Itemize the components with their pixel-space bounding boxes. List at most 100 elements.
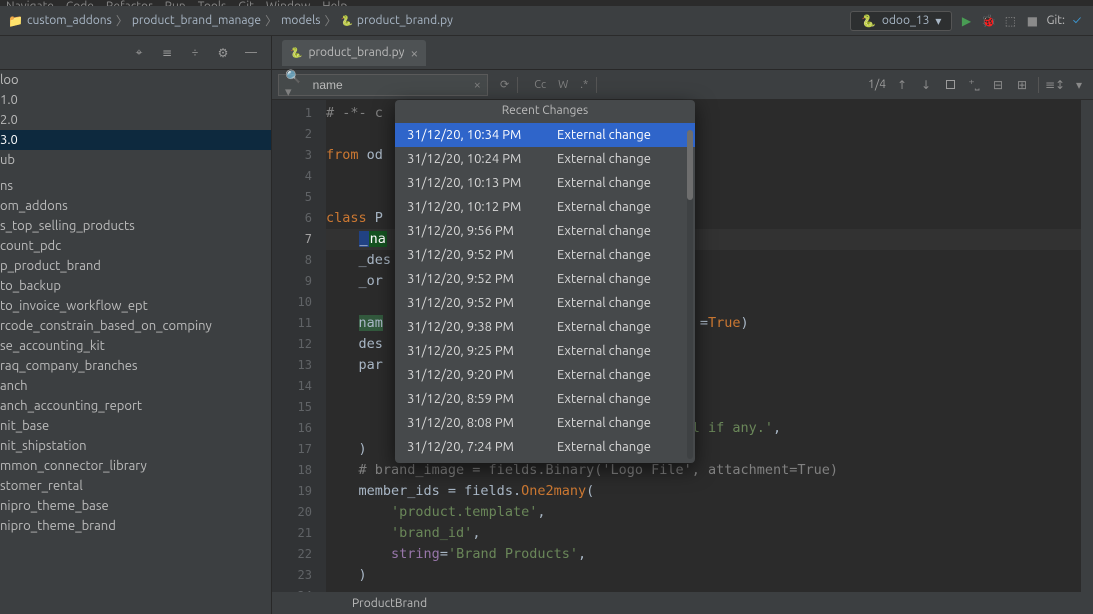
more-icon[interactable]: ⊞ [1014, 77, 1030, 93]
recent-change-row[interactable]: 31/12/20, 7:22 PMExternal change [395, 459, 695, 463]
breadcrumb-part[interactable]: product_brand.py [357, 14, 453, 27]
add-selection-icon[interactable]: ⁺⎵ [966, 77, 982, 93]
sidebar-item[interactable]: s_top_selling_products [0, 216, 271, 236]
line-number[interactable]: 7 [272, 229, 312, 250]
menu-item[interactable]: Git [238, 0, 254, 6]
menu-item[interactable]: Code [66, 0, 94, 6]
line-number[interactable]: 2 [272, 124, 312, 145]
menu-item[interactable]: Navigate [6, 0, 54, 6]
line-number[interactable]: 16 [272, 418, 312, 439]
sidebar-item[interactable]: count_pdc [0, 236, 271, 256]
breadcrumb-class[interactable]: ProductBrand [352, 597, 427, 610]
sidebar-item[interactable]: nit_shipstation [0, 436, 271, 456]
line-number[interactable]: 5 [272, 187, 312, 208]
line-number[interactable]: 10 [272, 292, 312, 313]
sidebar-item[interactable]: nit_base [0, 416, 271, 436]
find-history-icon[interactable]: ⟳ [496, 78, 513, 91]
line-number[interactable]: 1 [272, 103, 312, 124]
menu-item[interactable]: Tools [198, 0, 227, 6]
sidebar-item[interactable]: to_backup [0, 276, 271, 296]
line-number[interactable]: 23 [272, 565, 312, 586]
stop-icon[interactable]: ■ [1024, 13, 1040, 29]
line-number[interactable]: 15 [272, 397, 312, 418]
next-match-icon[interactable]: ↓ [918, 77, 934, 93]
clear-icon[interactable]: × [474, 78, 481, 92]
recent-change-row[interactable]: 31/12/20, 10:13 PMExternal change [395, 171, 695, 195]
line-number[interactable]: 20 [272, 502, 312, 523]
sidebar-item[interactable]: anch_accounting_report [0, 396, 271, 416]
line-number[interactable]: 6 [272, 208, 312, 229]
locate-icon[interactable]: ⌖ [131, 45, 147, 61]
sidebar-item[interactable]: mmon_connector_library [0, 456, 271, 476]
breadcrumb-part[interactable]: models [281, 14, 320, 27]
structure-breadcrumb[interactable]: ProductBrand [272, 592, 1093, 614]
menu-item[interactable]: Window [266, 0, 310, 6]
line-number[interactable]: 13 [272, 355, 312, 376]
sidebar-item[interactable]: anch [0, 376, 271, 396]
prev-match-icon[interactable]: ↑ [894, 77, 910, 93]
line-number[interactable]: 19 [272, 481, 312, 502]
run-icon[interactable]: ▶ [958, 13, 974, 29]
sidebar-item[interactable]: ub [0, 150, 271, 170]
sidebar-item[interactable]: nipro_theme_brand [0, 516, 271, 536]
recent-change-row[interactable]: 31/12/20, 7:24 PMExternal change [395, 435, 695, 459]
scrollbar[interactable] [687, 130, 693, 459]
line-number[interactable]: 17 [272, 439, 312, 460]
recent-change-row[interactable]: 31/12/20, 9:56 PMExternal change [395, 219, 695, 243]
sidebar-item[interactable]: ns [0, 176, 271, 196]
sidebar-item[interactable]: se_accounting_kit [0, 336, 271, 356]
sidebar-item[interactable]: nipro_theme_base [0, 496, 271, 516]
vcs-update-icon[interactable]: ✓ [1069, 13, 1085, 29]
recent-change-row[interactable]: 31/12/20, 9:20 PMExternal change [395, 363, 695, 387]
sidebar-item[interactable]: stomer_rental [0, 476, 271, 496]
find-input[interactable] [313, 78, 468, 92]
breadcrumb-part[interactable]: product_brand_manage [132, 14, 261, 27]
menu-item[interactable]: Help [322, 0, 347, 6]
sidebar-item[interactable]: 2.0 [0, 110, 271, 130]
sidebar-item[interactable]: om_addons [0, 196, 271, 216]
toggle-in-selection-icon[interactable]: ⊟ [990, 77, 1006, 93]
sidebar-item[interactable]: 3.0 [0, 130, 271, 150]
sidebar-item[interactable]: raq_company_branches [0, 356, 271, 376]
menu-item[interactable]: Refactor [106, 0, 153, 6]
hide-icon[interactable]: — [243, 45, 259, 61]
breadcrumb-part[interactable]: custom_addons [27, 14, 112, 27]
whole-word-toggle[interactable]: W [554, 79, 572, 91]
debug-icon[interactable]: 🐞 [980, 13, 996, 29]
recent-change-row[interactable]: 31/12/20, 10:24 PMExternal change [395, 147, 695, 171]
expand-all-icon[interactable]: ≡ [159, 45, 175, 61]
recent-change-row[interactable]: 31/12/20, 8:08 PMExternal change [395, 411, 695, 435]
line-number[interactable]: 9 [272, 271, 312, 292]
line-number[interactable]: 8 [272, 250, 312, 271]
recent-change-row[interactable]: 31/12/20, 9:52 PMExternal change [395, 243, 695, 267]
recent-change-row[interactable]: 31/12/20, 10:12 PMExternal change [395, 195, 695, 219]
menu-item[interactable]: Run [165, 0, 186, 6]
sidebar-item[interactable]: to_invoice_workflow_ept [0, 296, 271, 316]
recent-change-row[interactable]: 31/12/20, 9:38 PMExternal change [395, 315, 695, 339]
run-config-selector[interactable]: 🐍 odoo_13 ▾ [850, 11, 953, 31]
sidebar-item[interactable]: 1.0 [0, 90, 271, 110]
breadcrumb[interactable]: 📁 custom_addons 〉 product_brand_manage 〉… [8, 12, 846, 29]
scrollbar-thumb[interactable] [687, 130, 693, 200]
collapse-all-icon[interactable]: ÷ [187, 45, 203, 61]
recent-change-row[interactable]: 31/12/20, 8:59 PMExternal change [395, 387, 695, 411]
settings-icon[interactable]: ≡↕ [1047, 77, 1063, 93]
recent-change-row[interactable]: 31/12/20, 9:25 PMExternal change [395, 339, 695, 363]
sidebar-item[interactable]: p_product_brand [0, 256, 271, 276]
select-all-icon[interactable] [942, 77, 958, 93]
line-number[interactable]: 18 [272, 460, 312, 481]
line-number[interactable]: 24 [272, 586, 312, 592]
match-case-toggle[interactable]: Cc [530, 79, 550, 91]
sidebar-item[interactable]: rcode_constrain_based_on_compiny [0, 316, 271, 336]
gutter[interactable]: 123456789101112131415161718192021222324 [272, 100, 326, 592]
line-number[interactable]: 21 [272, 523, 312, 544]
find-input-wrap[interactable]: 🔍▾ × [278, 74, 488, 96]
close-icon[interactable]: × [410, 45, 418, 61]
recent-change-row[interactable]: 31/12/20, 9:52 PMExternal change [395, 291, 695, 315]
tab-product-brand[interactable]: 🐍 product_brand.py × [282, 40, 426, 66]
project-tree[interactable]: loo1.02.03.0ub nsom_addonss_top_selling_p… [0, 70, 272, 614]
git-label[interactable]: Git: ✓ [1046, 13, 1085, 29]
sidebar-item[interactable]: loo [0, 70, 271, 90]
gear-icon[interactable]: ⚙ [215, 45, 231, 61]
regex-toggle[interactable]: .* [576, 79, 592, 91]
